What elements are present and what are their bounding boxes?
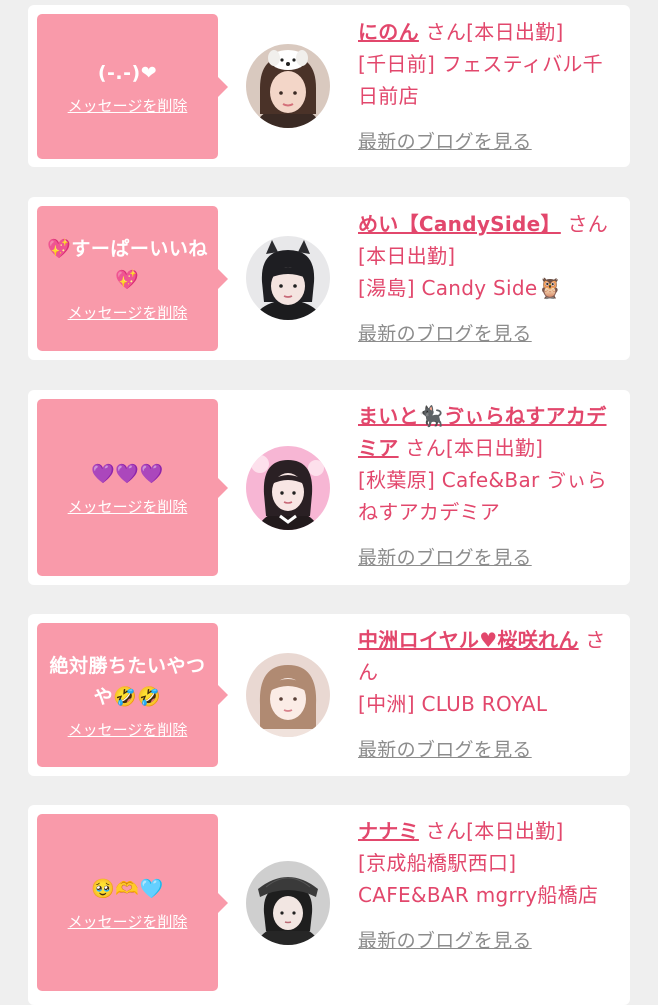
message-text: 🥹🫶🩵	[91, 877, 164, 900]
message-card: (-.-)❤ メッセージを削除 にのん さん[本日出勤] [千日前] フェスティ…	[28, 5, 630, 167]
attendance-status: [本日出勤]	[358, 244, 456, 268]
latest-blog-link[interactable]: 最新のブログを見る	[358, 318, 532, 350]
delete-message-link[interactable]: メッセージを削除	[68, 496, 188, 517]
message-card: 💖すーぱーいいね💖 メッセージを削除 めい【CandySide】 さん [本日出勤…	[28, 197, 630, 360]
delete-message-link[interactable]: メッセージを削除	[68, 95, 188, 116]
attendance-status: [本日出勤]	[445, 436, 544, 460]
delete-message-link[interactable]: メッセージを削除	[68, 911, 188, 932]
cast-avatar[interactable]	[246, 861, 330, 945]
cast-info: ナナミ さん[本日出勤] [京成船橋駅西口] CAFE&BAR mgrry船橋店…	[358, 815, 613, 957]
cast-name-link[interactable]: 中洲ロイヤル♥桜咲れん	[358, 628, 579, 652]
honorific: さん	[418, 20, 467, 44]
cast-avatar[interactable]	[246, 653, 330, 737]
latest-blog-link[interactable]: 最新のブログを見る	[358, 734, 532, 766]
shop-area: [中洲]	[358, 692, 415, 716]
delete-message-link[interactable]: メッセージを削除	[68, 302, 188, 323]
message-text: 絶対勝ちたいやつや🤣🤣	[49, 654, 206, 708]
cast-info: にのん さん[本日出勤] [千日前] フェスティバル千日前店 最新のブログを見る	[358, 16, 613, 158]
attendance-status: [本日出勤]	[466, 20, 564, 44]
shop-name: CAFE&BAR mgrry船橋店	[358, 883, 599, 907]
delete-message-link[interactable]: メッセージを削除	[68, 719, 188, 740]
cast-info: まいと🐈‍⬛ゔぃらねすアカデミア さん[本日出勤] [秋葉原] Cafe&Bar…	[358, 400, 613, 574]
message-bubble: 🥹🫶🩵 メッセージを削除	[37, 814, 228, 991]
message-bubble: 💖すーぱーいいね💖 メッセージを削除	[37, 206, 228, 351]
cast-name-link[interactable]: ナナミ	[358, 819, 419, 843]
message-card: 絶対勝ちたいやつや🤣🤣 メッセージを削除 中洲ロイヤル♥桜咲れん さん [中洲]…	[28, 614, 630, 776]
shop-name: Candy Side🦉	[414, 276, 563, 300]
shop-area: [千日前]	[358, 52, 436, 76]
honorific: さん	[398, 436, 446, 460]
attendance-status: [本日出勤]	[466, 819, 564, 843]
message-bubble: 💜💜💜 メッセージを削除	[37, 399, 228, 576]
message-bubble: 絶対勝ちたいやつや🤣🤣 メッセージを削除	[37, 623, 228, 767]
cast-info: めい【CandySide】 さん[本日出勤] [湯島] Candy Side🦉 …	[358, 208, 613, 350]
message-bubble: (-.-)❤ メッセージを削除	[37, 14, 228, 159]
message-card: 🥹🫶🩵 メッセージを削除 ナナミ さん[本日出勤] [京成船橋駅西口] CAFE…	[28, 805, 630, 1005]
message-card: 💜💜💜 メッセージを削除 まいと🐈‍⬛ゔぃらねすアカデミア さん[本日出勤] […	[28, 390, 630, 585]
cast-name-link[interactable]: にのん	[358, 20, 419, 44]
latest-blog-link[interactable]: 最新のブログを見る	[358, 542, 532, 574]
cast-avatar[interactable]	[246, 446, 330, 530]
shop-area: [湯島]	[358, 276, 415, 300]
message-text: 💖すーぱーいいね💖	[47, 238, 208, 291]
message-text: 💜💜💜	[91, 462, 164, 485]
shop-area: [京成船橋駅西口]	[358, 851, 517, 875]
honorific: さん	[418, 819, 467, 843]
message-text: (-.-)❤	[97, 61, 158, 84]
latest-blog-link[interactable]: 最新のブログを見る	[358, 126, 532, 158]
cast-info: 中洲ロイヤル♥桜咲れん さん [中洲] CLUB ROYAL 最新のブログを見る	[358, 624, 613, 766]
cast-avatar[interactable]	[246, 44, 330, 128]
latest-blog-link[interactable]: 最新のブログを見る	[358, 925, 532, 957]
honorific: さん	[560, 212, 609, 236]
shop-name: CLUB ROYAL	[414, 692, 548, 716]
cast-name-link[interactable]: めい【CandySide】	[358, 212, 561, 236]
cast-avatar[interactable]	[246, 236, 330, 320]
shop-area: [秋葉原]	[358, 468, 436, 492]
